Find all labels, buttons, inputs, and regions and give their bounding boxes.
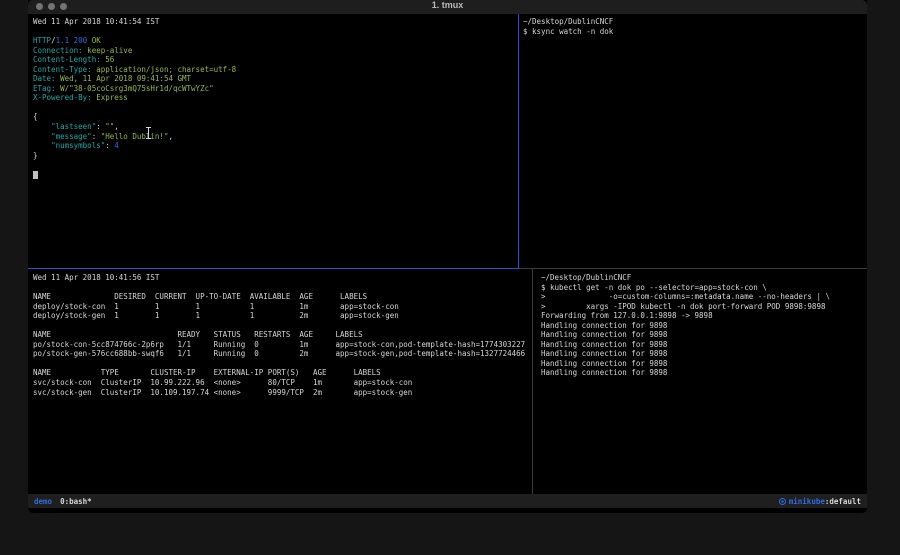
terminal-line: $ ksync watch -n dok [523,27,867,37]
terminal-line: $ kubectl get -n dok po --selector=app=s… [541,283,871,293]
terminal-line: "numsymbols": 4 [33,141,523,151]
terminal-line: Connection: keep-alive [33,46,523,56]
terminal-line: "lastseen": "", [33,122,523,132]
terminal-line: > xargs -IPOD kubectl -n dok port-forwar… [541,302,871,312]
terminal-line: Wed 11 Apr 2018 10:41:54 IST [33,17,523,27]
minimize-button[interactable] [48,3,55,10]
traffic-lights [36,3,67,10]
terminal-window: 1. tmux Wed 11 Apr 2018 10:41:54 IST HTTP… [28,0,867,513]
terminal-line: svc/stock-con ClusterIP 10.99.222.96 <no… [33,378,536,388]
terminal-line: deploy/stock-con 1 1 1 1 1m app=stock-co… [33,302,536,312]
terminal-line: Handling connection for 9898 [541,330,871,340]
terminal-line: "message": "Hello Dublin!", [33,132,523,142]
tmux-status-left: demo 0:bash* [34,497,92,506]
window-title: 1. tmux [28,0,867,10]
pane-kubectl-get[interactable]: Wed 11 Apr 2018 10:41:56 IST NAME DESIRED… [28,269,536,498]
pane-ksync-watch[interactable]: ~/Desktop/DublinCNCF$ ksync watch -n dok [519,14,867,271]
mouse-text-cursor [145,126,152,138]
tmux-window-tab[interactable]: 0:bash* [60,497,92,506]
terminal-line [33,103,523,113]
terminal-line: po/stock-con-5cc874766c-2p6rp 1/1 Runnin… [33,340,536,350]
terminal-line [33,160,523,170]
terminal-line: { [33,112,523,122]
terminal-line: X-Powered-By: Express [33,93,523,103]
terminal-line: ETag: W/"38-05coCsrg3mQ75sHr1d/qcWTwYZc" [33,84,523,94]
terminal-line: Handling connection for 9898 [541,359,871,369]
terminal-line: } [33,151,523,161]
kube-namespace-label: :default [825,497,861,506]
pane-port-forward[interactable]: ~/Desktop/DublinCNCF$ kubectl get -n dok… [534,269,871,498]
terminal-line: HTTP/1.1 200 OK [33,36,523,46]
tmux-session-name: demo [34,497,52,506]
pane-divider-vertical-bottom[interactable] [532,269,533,494]
pane-http-response[interactable]: Wed 11 Apr 2018 10:41:54 IST HTTP/1.1 200… [28,14,523,271]
terminal-line [33,27,523,37]
terminal-line: NAME READY STATUS RESTARTS AGE LABELS [33,330,536,340]
terminal-line: po/stock-gen-576cc688bb-swqf6 1/1 Runnin… [33,349,536,359]
tmux-status-bar: demo 0:bash* minikube :default [28,494,867,508]
terminal-line: NAME TYPE CLUSTER-IP EXTERNAL-IP PORT(S)… [33,368,536,378]
terminal-line: deploy/stock-gen 1 1 1 1 2m app=stock-ge… [33,311,536,321]
terminal-line: svc/stock-gen ClusterIP 10.109.197.74 <n… [33,388,536,398]
terminal-line [33,359,536,369]
terminal-line: Content-Length: 56 [33,55,523,65]
terminal-line: Date: Wed, 11 Apr 2018 09:41:54 GMT [33,74,523,84]
kubernetes-helm-icon [779,498,786,505]
kube-context-label: minikube [789,497,825,506]
pane-divider-vertical-top[interactable] [518,14,519,268]
terminal-line: > -o=custom-columns=:metadata.name --no-… [541,292,871,302]
terminal-line [33,170,523,180]
window-titlebar[interactable]: 1. tmux [28,0,867,14]
terminal-line: Forwarding from 127.0.0.1:9898 -> 9898 [541,311,871,321]
terminal-line: Handling connection for 9898 [541,321,871,331]
terminal-line [33,283,536,293]
terminal-line: Handling connection for 9898 [541,368,871,378]
terminal-line: Content-Type: application/json; charset=… [33,65,523,75]
terminal-block-cursor [33,171,38,179]
terminal-line: NAME DESIRED CURRENT UP-TO-DATE AVAILABL… [33,292,536,302]
desktop: 1. tmux Wed 11 Apr 2018 10:41:54 IST HTTP… [0,0,900,555]
close-button[interactable] [36,3,43,10]
terminal-line [33,321,536,331]
zoom-button[interactable] [60,3,67,10]
terminal-line: Wed 11 Apr 2018 10:41:56 IST [33,273,536,283]
tmux-status-right: minikube :default [779,497,861,506]
terminal-line: ~/Desktop/DublinCNCF [541,273,871,283]
terminal-line: Handling connection for 9898 [541,349,871,359]
terminal-line: ~/Desktop/DublinCNCF [523,17,867,27]
terminal-line: Handling connection for 9898 [541,340,871,350]
